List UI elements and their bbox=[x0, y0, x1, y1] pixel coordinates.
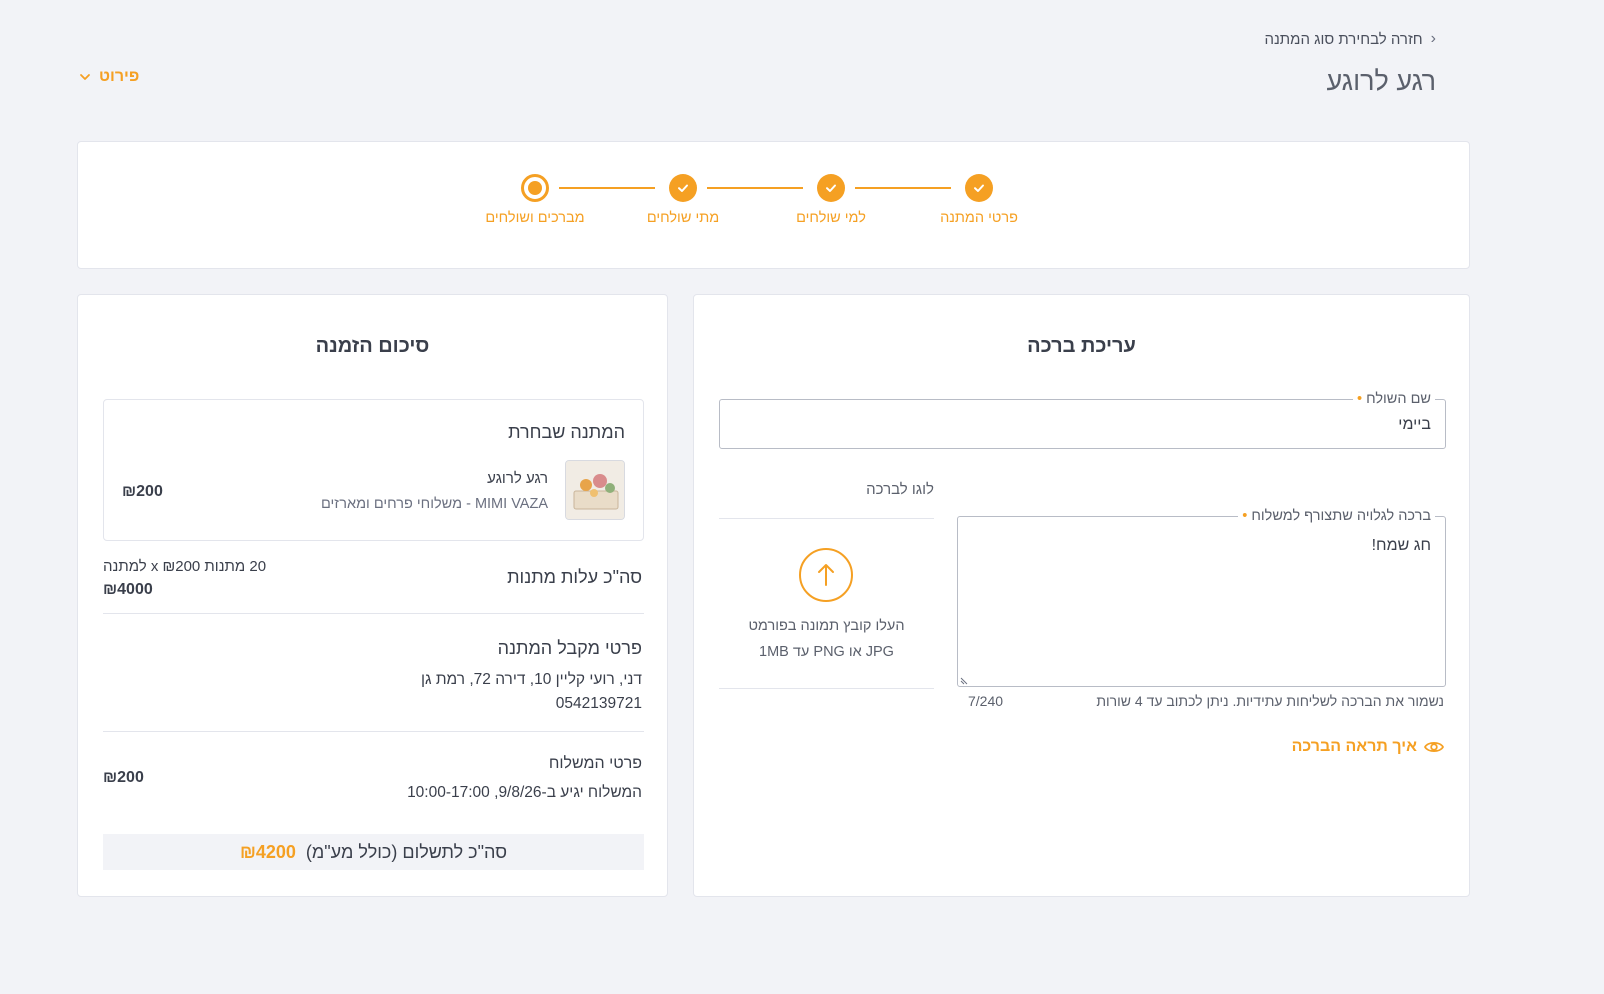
greeting-textarea[interactable]: ברכה לגלויה שתצורף למשלוח • חג שמח! bbox=[957, 508, 1446, 687]
back-link[interactable]: חזרה לבחירת סוג המתנה › bbox=[1264, 30, 1436, 48]
step-recipients[interactable]: למי שולחים bbox=[766, 174, 896, 226]
chevron-down-icon bbox=[80, 74, 90, 80]
order-summary-card: סיכום הזמנה המתנה שבחרת רגע לרוגע MIMI V… bbox=[77, 294, 668, 897]
current-step-icon bbox=[521, 174, 549, 202]
resize-handle-icon[interactable] bbox=[960, 675, 970, 685]
selected-gift-title: המתנה שבחרת bbox=[508, 422, 625, 442]
gifts-cost-total: ₪4000 bbox=[103, 581, 153, 598]
upload-instructions: העלו קובץ תמונה בפורמט JPG או PNG עד 1MB bbox=[719, 613, 934, 665]
divider bbox=[103, 731, 644, 732]
edit-greeting-card: עריכת ברכה שם השולח • ביימי לוגו לברכה ה… bbox=[693, 294, 1470, 897]
total-value: ₪4200 bbox=[239, 841, 296, 862]
step-gift-details[interactable]: פרטי המתנה bbox=[914, 174, 1044, 226]
check-icon bbox=[965, 174, 993, 202]
order-summary-title: סיכום הזמנה bbox=[315, 335, 430, 357]
greeting-value: חג שמח! bbox=[1371, 537, 1431, 554]
total-label: סה"כ לתשלום (כולל מע"מ) bbox=[305, 841, 508, 862]
recipient-phone: 0542139721 bbox=[555, 695, 642, 712]
recipient-address: דני, רועי קליין 10, דירה 72, רמת גן bbox=[420, 671, 642, 688]
page-title: רגע לרוגע bbox=[1326, 66, 1436, 96]
greeting-label: ברכה לגלויה שתצורף למשלוח • bbox=[1238, 508, 1435, 524]
stepper-card: פרטי המתנה למי שולחים מתי שולחים מברכים … bbox=[77, 141, 1470, 269]
gift-vendor: MIMI VAZA - משלוחי פרחים ומארזים bbox=[320, 496, 548, 512]
shipping-title: פרטי המשלוח bbox=[548, 755, 642, 772]
check-icon bbox=[669, 174, 697, 202]
shipping-text: המשלוח יגיע ב-9/8/26, 10:00-17:00 bbox=[407, 784, 642, 801]
total-bar: סה"כ לתשלום (כולל מע"מ) ₪4200 bbox=[103, 834, 644, 870]
gift-thumbnail bbox=[565, 460, 625, 520]
step-label: מתי שולחים bbox=[646, 210, 720, 226]
step-label: מברכים ושולחים bbox=[485, 210, 585, 226]
greeting-hint: נשמור את הברכה לשליחות עתידיות. ניתן לכת… bbox=[1096, 693, 1444, 709]
gift-name: רגע לרוגע bbox=[487, 470, 548, 487]
sender-name-label: שם השולח • bbox=[1352, 391, 1435, 407]
upload-line-2: JPG או PNG עד 1MB bbox=[759, 644, 894, 660]
eye-icon bbox=[1424, 741, 1444, 753]
upload-arrow-icon[interactable] bbox=[798, 547, 854, 603]
divider bbox=[719, 518, 934, 519]
upload-line-1: העלו קובץ תמונה בפורמט bbox=[748, 618, 905, 634]
chevron-right-icon: › bbox=[1430, 30, 1436, 47]
details-toggle-label: פירוט bbox=[99, 68, 140, 85]
back-link-label: חזרה לבחירת סוג המתנה bbox=[1264, 30, 1423, 48]
gifts-cost-detail: 20 מתנות x ₪200 למתנה bbox=[103, 558, 267, 575]
step-label: פרטי המתנה bbox=[940, 210, 1018, 226]
shipping-price: ₪200 bbox=[103, 769, 144, 786]
divider bbox=[103, 613, 644, 614]
gift-price: ₪200 bbox=[122, 483, 163, 500]
step-label: למי שולחים bbox=[796, 210, 866, 226]
check-icon bbox=[817, 174, 845, 202]
recipient-title: פרטי מקבל המתנה bbox=[497, 638, 642, 658]
divider bbox=[719, 688, 934, 689]
char-counter: 7/240 bbox=[968, 693, 1004, 709]
progress-stepper: פרטי המתנה למי שולחים מתי שולחים מברכים … bbox=[78, 174, 1469, 244]
edit-greeting-title: עריכת ברכה bbox=[1027, 335, 1136, 357]
gifts-cost-label: סה"כ עלות מתנות bbox=[507, 567, 642, 587]
sender-name-value: ביימי bbox=[1398, 416, 1431, 433]
details-toggle[interactable]: פירוט bbox=[79, 68, 139, 86]
selected-gift-box: המתנה שבחרת רגע לרוגע MIMI VAZA - משלוחי… bbox=[103, 399, 644, 541]
step-when[interactable]: מתי שולחים bbox=[618, 174, 748, 226]
preview-link-label: איך תראה הברכה bbox=[1291, 738, 1417, 755]
step-greeting[interactable]: מברכים ושולחים bbox=[470, 174, 600, 226]
sender-name-field[interactable]: שם השולח • ביימי bbox=[719, 391, 1446, 449]
logo-label: לוגו לברכה bbox=[866, 481, 934, 498]
preview-greeting-link[interactable]: איך תראה הברכה bbox=[1292, 738, 1444, 756]
